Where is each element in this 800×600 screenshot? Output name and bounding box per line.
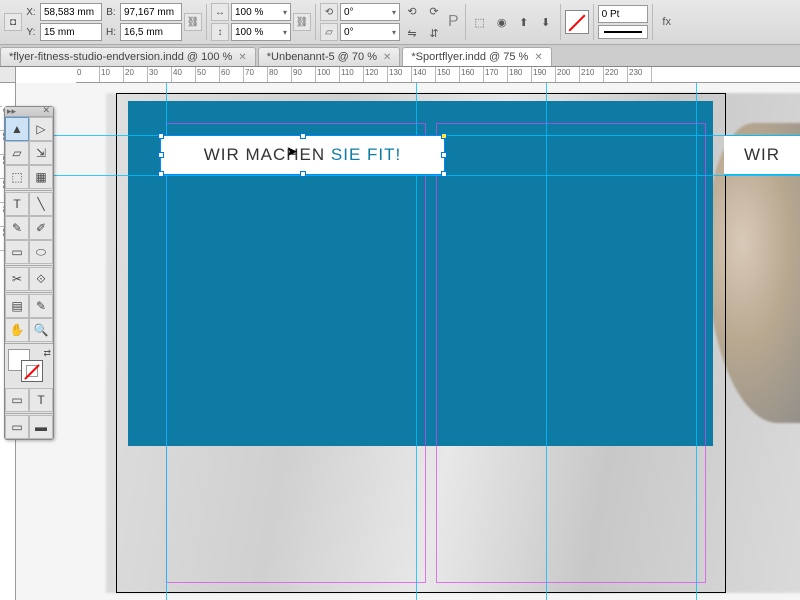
rectangle-tool[interactable]: ⬭	[29, 240, 53, 264]
direct-selection-tool[interactable]: ▷	[29, 117, 53, 141]
stroke-style-dropdown[interactable]	[598, 25, 648, 39]
w-label: B:	[104, 7, 118, 18]
selection-handle[interactable]	[441, 152, 447, 158]
pen-tool[interactable]: ✎	[5, 216, 29, 240]
gap-tool[interactable]: ⇲	[29, 141, 53, 165]
ruler-origin[interactable]	[0, 67, 16, 83]
fill-stroke-swatch[interactable]: ⇄	[5, 346, 53, 386]
shear-icon: ▱	[320, 23, 338, 41]
zoom-tool[interactable]: 🔍	[29, 318, 53, 342]
constrain-wh-icon[interactable]: ⛓	[184, 13, 202, 31]
selection-handle[interactable]	[300, 171, 306, 177]
view-mode-normal[interactable]: ▭	[5, 415, 29, 439]
selection-handle[interactable]	[441, 171, 447, 177]
stroke-color-swatch[interactable]	[21, 360, 43, 382]
paragraph-icon: P	[448, 13, 459, 31]
selection-tool[interactable]: ▲	[5, 117, 29, 141]
constrain-scale-icon[interactable]: ⛓	[293, 13, 311, 31]
effects-icon[interactable]: fx	[657, 12, 677, 32]
canvas[interactable]: WIR MACHEN SIE FIT! WIR ➤	[16, 83, 800, 600]
w-input[interactable]	[120, 3, 182, 21]
x-input[interactable]	[40, 3, 102, 21]
select-content-icon[interactable]: ◉	[492, 12, 512, 32]
rotate-ccw-icon[interactable]: ⟲	[402, 1, 422, 21]
rotate-cw-icon[interactable]: ⟳	[424, 1, 444, 21]
apply-text-tool[interactable]: T	[29, 388, 53, 412]
close-icon[interactable]: ✕	[534, 52, 542, 63]
pencil-tool[interactable]: ✐	[29, 216, 53, 240]
eyedropper-tool[interactable]: ✎	[29, 294, 53, 318]
selection-handle[interactable]	[158, 133, 164, 139]
select-container-icon[interactable]: ⬚	[470, 12, 490, 32]
rectangle-frame-tool[interactable]: ▭	[5, 240, 29, 264]
rotate-icon: ⟲	[320, 3, 338, 21]
close-icon[interactable]: ✕	[238, 52, 246, 63]
selection-handle[interactable]	[158, 152, 164, 158]
tab-sportflyer[interactable]: *Sportflyer.indd @ 75 %✕	[402, 47, 551, 66]
y-input[interactable]	[40, 23, 102, 41]
collapse-icon[interactable]: ▸▸	[7, 106, 16, 117]
selection-handle[interactable]	[158, 171, 164, 177]
selection-handle[interactable]	[300, 133, 306, 139]
tab-unbenannt[interactable]: *Unbenannt-5 @ 70 %✕	[258, 47, 401, 66]
content-collector-tool[interactable]: ⬚	[5, 165, 29, 189]
flip-v-icon[interactable]: ⇵	[424, 23, 444, 43]
headline-2-text: WIR	[744, 145, 780, 165]
reference-point-icon[interactable]: ◘	[4, 13, 22, 31]
scale-x-input[interactable]: 100 %	[231, 3, 291, 21]
guide-vertical[interactable]	[696, 83, 697, 600]
headline-text: WIR MACHEN SIE FIT!	[204, 145, 402, 165]
line-tool[interactable]: ╲	[29, 192, 53, 216]
flip-h-icon[interactable]: ⇋	[402, 23, 422, 43]
gradient-swatch-tool[interactable]: ▤	[5, 294, 29, 318]
fill-swatch[interactable]	[565, 10, 589, 34]
h-input[interactable]	[120, 23, 182, 41]
guide-horizontal[interactable]	[16, 175, 800, 176]
scale-y-icon: ↕	[211, 23, 229, 41]
type-tool[interactable]: T	[5, 192, 29, 216]
free-transform-tool[interactable]: ⟐	[29, 267, 53, 291]
shear-input[interactable]: 0°	[340, 23, 400, 41]
select-prev-icon[interactable]: ⬆	[514, 12, 534, 32]
control-bar: ◘ X: Y: B: H: ⛓ ↔100 % ↕100 % ⛓ ⟲0° ▱0° …	[0, 0, 800, 45]
stroke-weight-input[interactable]: 0 Pt	[598, 5, 648, 23]
headline-2-text-frame[interactable]: WIR	[724, 135, 800, 175]
x-label: X:	[24, 7, 38, 18]
y-label: Y:	[24, 27, 38, 38]
swap-colors-icon[interactable]: ⇄	[43, 348, 51, 359]
scale-y-input[interactable]: 100 %	[231, 23, 291, 41]
close-icon[interactable]: ✕	[383, 52, 391, 63]
content-placer-tool[interactable]: ▦	[29, 165, 53, 189]
selection-handle-outport[interactable]	[441, 133, 447, 139]
h-label: H:	[104, 27, 118, 38]
view-mode-preview[interactable]: ▬	[29, 415, 53, 439]
headline-text-frame[interactable]: WIR MACHEN SIE FIT!	[160, 135, 445, 175]
apply-color-tool[interactable]: ▭	[5, 388, 29, 412]
select-next-icon[interactable]: ⬇	[536, 12, 556, 32]
page-tool[interactable]: ▱	[5, 141, 29, 165]
document-tab-bar: *flyer-fitness-studio-endversion.indd @ …	[0, 45, 800, 67]
rotate-input[interactable]: 0°	[340, 3, 400, 21]
ruler-horizontal[interactable]: 0102030405060708090100110120130140150160…	[76, 67, 800, 83]
tools-panel-header[interactable]: ▸▸	[5, 107, 53, 117]
hand-tool[interactable]: ✋	[5, 318, 29, 342]
tools-panel[interactable]: ▸▸ ▲▷ ▱⇲ ⬚▦ T╲ ✎✐ ▭⬭ ✂⟐ ▤✎ ✋🔍 ⇄ ▭T ▭▬	[4, 106, 54, 440]
tab-flyer[interactable]: *flyer-fitness-studio-endversion.indd @ …	[0, 47, 256, 66]
scale-x-icon: ↔	[211, 3, 229, 21]
scissors-tool[interactable]: ✂	[5, 267, 29, 291]
guide-vertical[interactable]	[546, 83, 547, 600]
